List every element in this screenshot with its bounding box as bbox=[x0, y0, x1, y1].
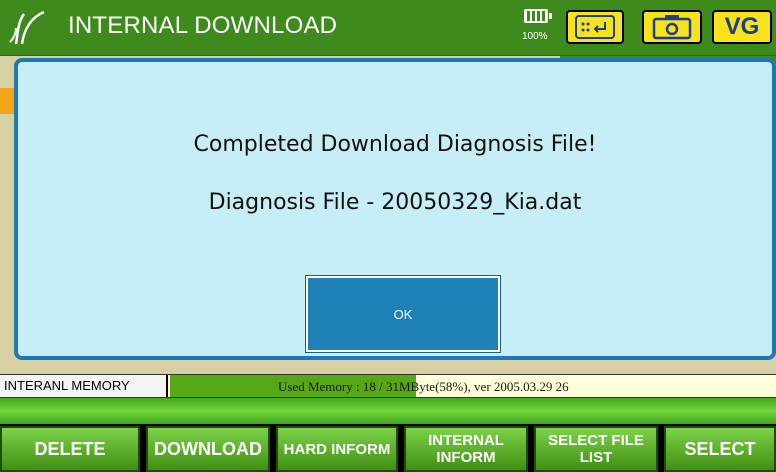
dialog-file-name: Diagnosis File - 20050329_Kia.dat bbox=[208, 190, 582, 215]
download-complete-dialog: Completed Download Diagnosis File! Diagn… bbox=[14, 58, 776, 360]
scanner-logo-icon bbox=[9, 10, 45, 45]
memory-label: INTERANL MEMORY bbox=[0, 375, 168, 397]
page-title: INTERNAL DOWNLOAD bbox=[68, 12, 338, 39]
battery-icon bbox=[524, 9, 552, 23]
select-file-list-button[interactable]: SELECT FILE LIST bbox=[534, 426, 658, 472]
camera-button[interactable] bbox=[642, 10, 702, 44]
keyboard-enter-icon bbox=[575, 15, 615, 39]
dialog-message: Completed Download Diagnosis File! bbox=[193, 132, 597, 157]
internal-inform-button[interactable]: INTERNAL INFORM bbox=[404, 426, 528, 472]
camera-icon bbox=[652, 15, 692, 40]
title-bar: INTERNAL DOWNLOAD 100% VG bbox=[0, 0, 776, 56]
ok-button[interactable]: OK bbox=[306, 276, 500, 352]
background-highlight bbox=[0, 88, 14, 114]
battery-percent: 100% bbox=[522, 31, 548, 42]
select-button[interactable]: SELECT bbox=[664, 426, 776, 472]
memory-usage-text: Used Memory : 18 / 31MByte(58%), ver 200… bbox=[278, 379, 569, 394]
battery-indicator: 100% bbox=[518, 7, 558, 47]
vg-button[interactable]: VG bbox=[712, 10, 772, 44]
divider-bar bbox=[0, 398, 776, 424]
delete-button[interactable]: DELETE bbox=[0, 426, 140, 472]
keyboard-button[interactable] bbox=[566, 10, 624, 44]
hard-inform-button[interactable]: HARD INFORM bbox=[276, 426, 398, 472]
memory-status-bar: INTERANL MEMORY Used Memory : 18 / 31MBy… bbox=[0, 374, 776, 398]
download-button[interactable]: DOWNLOAD bbox=[146, 426, 270, 472]
